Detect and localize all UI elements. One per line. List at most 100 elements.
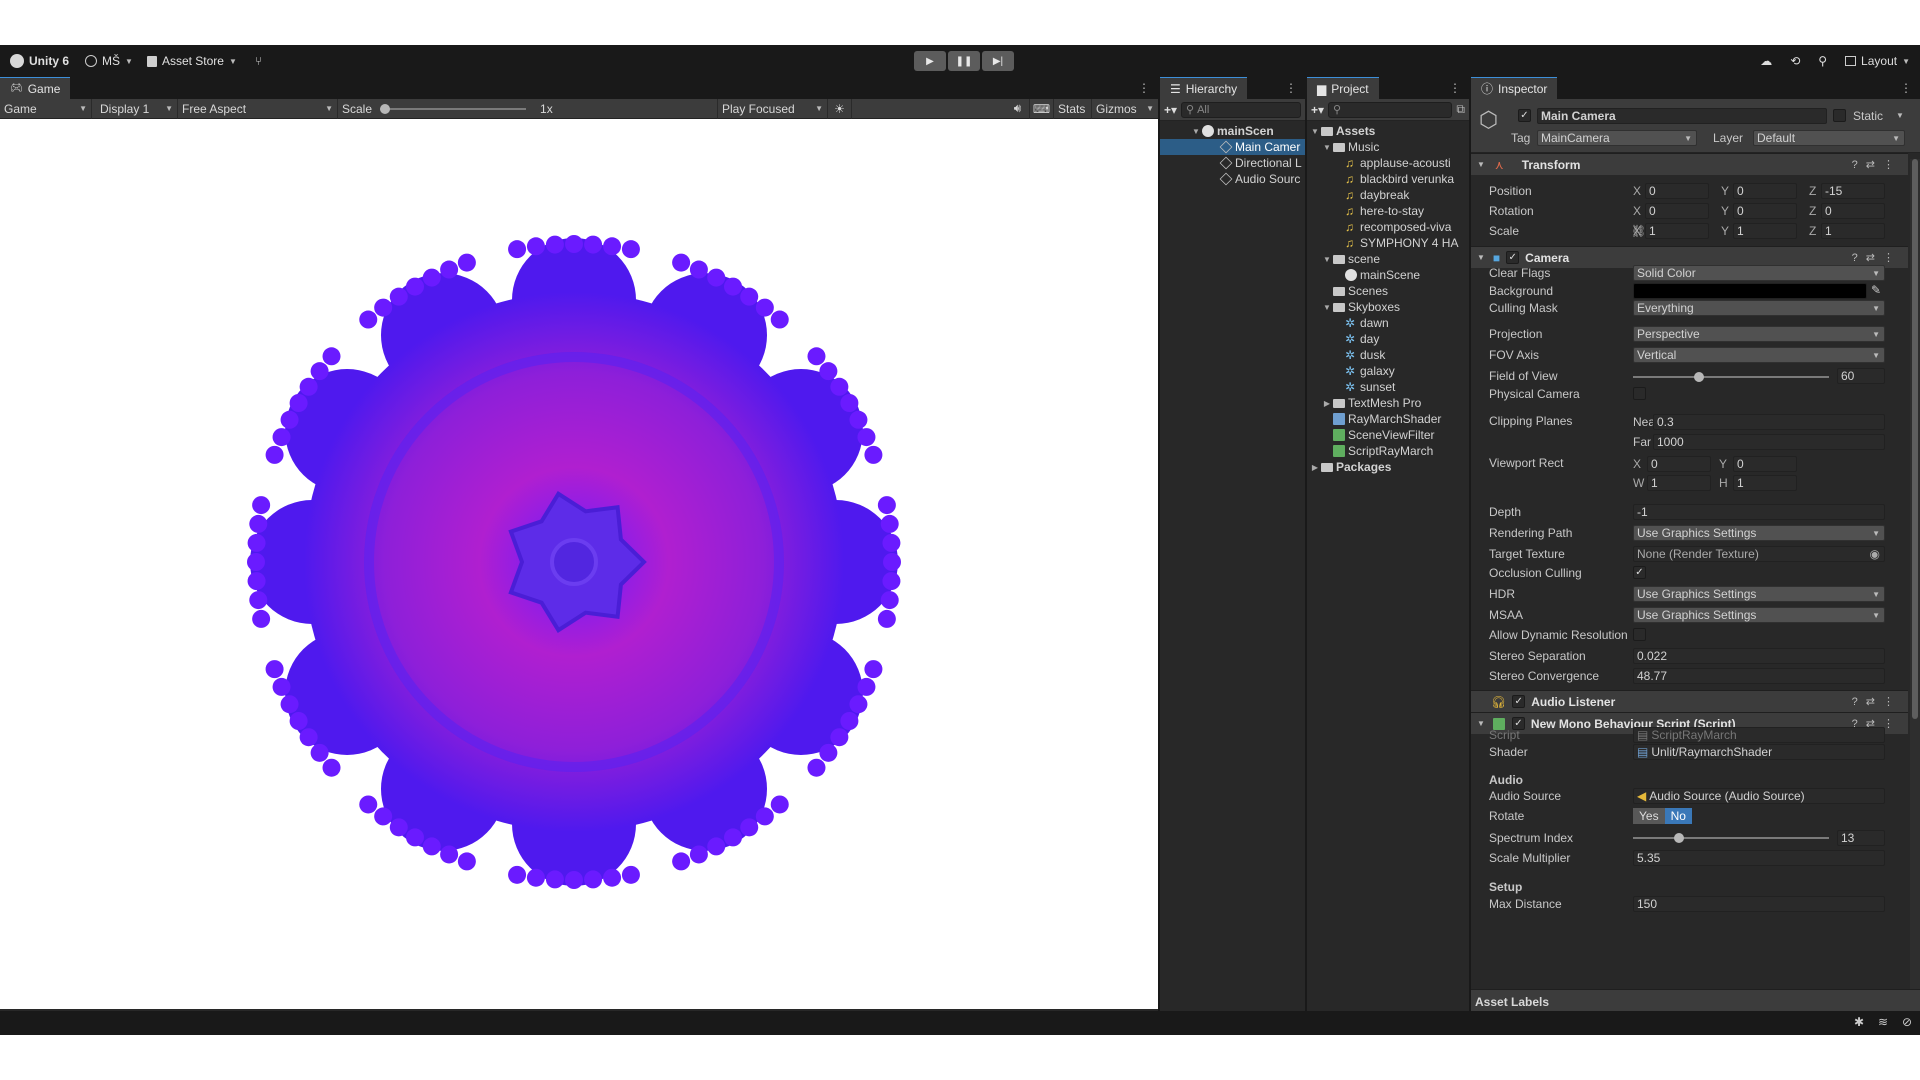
panel-menu-icon[interactable]: ⋮ (1138, 81, 1150, 95)
shader-field[interactable]: ▤ Unlit/RaymarchShader (1633, 744, 1885, 760)
project-file-music[interactable]: ♫ SYMPHONY 4 HA (1307, 235, 1469, 251)
eyedropper-icon[interactable]: ✎ (1871, 283, 1881, 297)
component-actions-icon[interactable]: ?⇄⋮ (1852, 695, 1902, 708)
scale-multiplier-field[interactable]: 5.35 (1633, 850, 1885, 866)
chevron-down-icon[interactable]: ▼ (1896, 111, 1904, 120)
object-picker-icon[interactable]: ◉ (1870, 547, 1880, 561)
background-color-field[interactable] (1633, 283, 1867, 299)
filter-icon[interactable]: ⧉ (1456, 102, 1465, 117)
display-dropdown[interactable]: Display 1 ▼ (96, 98, 178, 119)
project-folder-scenes[interactable]: Scenes (1307, 283, 1469, 299)
audio-listener-header[interactable]: 🎧︎ ✓ Audio Listener ?⇄⋮ (1471, 690, 1908, 712)
chevron-down-icon[interactable]: ▼ (1477, 719, 1485, 728)
chevron-down-icon[interactable]: ▼ (1321, 303, 1333, 312)
occlusion-culling-checkbox[interactable]: ✓ (1633, 566, 1646, 579)
viewport-vp_h-field[interactable]: 1 (1733, 475, 1797, 491)
audio-source-field[interactable]: ◀ Audio Source (Audio Source) (1633, 788, 1885, 804)
aspect-dropdown[interactable]: Free Aspect ▼ (178, 98, 338, 119)
depth-field[interactable]: -1 (1633, 504, 1885, 520)
chevron-down-icon[interactable]: ▼ (1321, 143, 1333, 152)
near-field[interactable]: 0.3 (1653, 414, 1885, 430)
component-actions-icon[interactable]: ?⇄⋮ (1852, 251, 1902, 264)
project-file-skybox[interactable]: ✲ sunset (1307, 379, 1469, 395)
layout-dropdown[interactable]: Layout ▼ (1845, 54, 1910, 68)
project-file-mainscene[interactable]: mainScene (1307, 267, 1469, 283)
project-file-music[interactable]: ♫ here-to-stay (1307, 203, 1469, 219)
panel-menu-icon[interactable]: ⋮ (1285, 81, 1297, 95)
panel-menu-icon[interactable]: ⋮ (1449, 81, 1461, 95)
history-icon[interactable]: ⟲ (1790, 54, 1800, 68)
static-checkbox[interactable] (1833, 109, 1846, 122)
chevron-down-icon[interactable]: ▼ (1190, 127, 1202, 136)
game-viewport[interactable] (0, 119, 1158, 1009)
chevron-down-icon[interactable]: ▼ (1321, 255, 1333, 264)
chevron-down-icon[interactable]: ▼ (1309, 127, 1321, 136)
hierarchy-item-audio-source[interactable]: Audio Sourc (1160, 171, 1305, 187)
rotation-field[interactable]: 0 (1645, 203, 1709, 219)
spectrum-slider[interactable] (1633, 833, 1829, 843)
physical-camera-checkbox[interactable] (1633, 387, 1646, 400)
play-focused-dropdown[interactable]: Play Focused ▼ (718, 98, 828, 119)
project-folder-skyboxes[interactable]: ▼ Skyboxes (1307, 299, 1469, 315)
inspector-scrollbar[interactable] (1910, 159, 1920, 1009)
tab-hierarchy[interactable]: ☰ Hierarchy (1160, 77, 1248, 99)
play-button[interactable]: ▶ (914, 51, 946, 71)
add-icon[interactable]: +▾ (1164, 103, 1177, 117)
scene-row[interactable]: ▼ mainScen (1160, 123, 1305, 139)
scale-field[interactable]: 1 (1645, 223, 1709, 239)
project-file-raymarchshader[interactable]: RayMarchShader (1307, 411, 1469, 427)
pause-button[interactable]: ❚❚ (948, 51, 980, 71)
project-file-music[interactable]: ♫ applause-acousti (1307, 155, 1469, 171)
object-name-field[interactable]: Main Camera (1537, 108, 1827, 124)
cloud-icon[interactable]: ☁ (1760, 54, 1772, 68)
version-control-button[interactable]: ⑂ (255, 54, 262, 68)
rotate-yes-button[interactable]: Yes (1633, 808, 1665, 824)
tab-game[interactable]: 🎮︎ Game (0, 77, 71, 99)
project-file-music[interactable]: ♫ recomposed-viva (1307, 219, 1469, 235)
search-icon[interactable]: ⚲ (1818, 54, 1827, 68)
project-file-music[interactable]: ♫ daybreak (1307, 187, 1469, 203)
projection-dropdown[interactable]: Perspective ▼ (1633, 326, 1885, 342)
hierarchy-search-input[interactable]: ⚲ All (1181, 101, 1301, 118)
chevron-right-icon[interactable]: ▶ (1321, 399, 1333, 408)
camera-enabled-checkbox[interactable]: ✓ (1506, 251, 1520, 264)
spectrum-slider-knob[interactable] (1673, 833, 1684, 843)
project-file-scriptraymarch[interactable]: ScriptRayMarch (1307, 443, 1469, 459)
fov-axis-dropdown[interactable]: Vertical ▼ (1633, 347, 1885, 363)
game-mode-dropdown[interactable]: Game ▼ (0, 98, 92, 119)
msaa-dropdown[interactable]: Use Graphics Settings ▼ (1633, 607, 1885, 623)
tag-dropdown[interactable]: MainCamera ▼ (1537, 130, 1697, 146)
project-file-skybox[interactable]: ✲ day (1307, 331, 1469, 347)
chevron-right-icon[interactable]: ▶ (1309, 463, 1321, 472)
layer-dropdown[interactable]: Default ▼ (1753, 130, 1905, 146)
gizmos-dropdown[interactable]: Gizmos ▼ (1092, 99, 1158, 119)
rotate-no-button[interactable]: No (1664, 808, 1692, 824)
hdr-dropdown[interactable]: Use Graphics Settings ▼ (1633, 586, 1885, 602)
project-file-sceneviewfilter[interactable]: SceneViewFilter (1307, 427, 1469, 443)
project-search-input[interactable]: ⚲ (1328, 101, 1453, 118)
lighting-toggle[interactable]: ☀ (828, 98, 852, 119)
fov-slider[interactable] (1633, 372, 1829, 382)
project-file-skybox[interactable]: ✲ dusk (1307, 347, 1469, 363)
keyboard-toggle[interactable]: ⌨ (1030, 98, 1054, 119)
layers-icon[interactable]: ≋ (1878, 1015, 1888, 1029)
asset-labels-bar[interactable]: Asset Labels (1471, 989, 1920, 1013)
project-file-music[interactable]: ♫ blackbird verunka (1307, 171, 1469, 187)
scale-field[interactable]: 1 (1821, 223, 1885, 239)
object-active-checkbox[interactable]: ✓ (1518, 109, 1531, 122)
stats-button[interactable]: Stats (1054, 98, 1092, 119)
check-circle-icon[interactable]: ⊘ (1902, 1015, 1912, 1029)
scrollbar-thumb[interactable] (1912, 159, 1918, 719)
project-folder-assets[interactable]: ▼ Assets (1307, 123, 1469, 139)
culling-mask-dropdown[interactable]: Everything ▼ (1633, 300, 1885, 316)
bug-icon[interactable]: ✱ (1854, 1015, 1864, 1029)
target-texture-field[interactable]: None (Render Texture) ◉ (1633, 546, 1885, 562)
add-icon[interactable]: +▾ (1311, 103, 1324, 117)
chevron-down-icon[interactable]: ▼ (1477, 253, 1485, 262)
tab-inspector[interactable]: ⓘ Inspector (1471, 77, 1558, 99)
max-distance-field[interactable]: 150 (1633, 896, 1885, 912)
rotation-field[interactable]: 0 (1821, 203, 1885, 219)
panel-menu-icon[interactable]: ⋮ (1900, 81, 1912, 95)
hierarchy-item-main-camera[interactable]: Main Camer (1160, 139, 1305, 155)
component-actions-icon[interactable]: ?⇄⋮ (1852, 158, 1902, 171)
